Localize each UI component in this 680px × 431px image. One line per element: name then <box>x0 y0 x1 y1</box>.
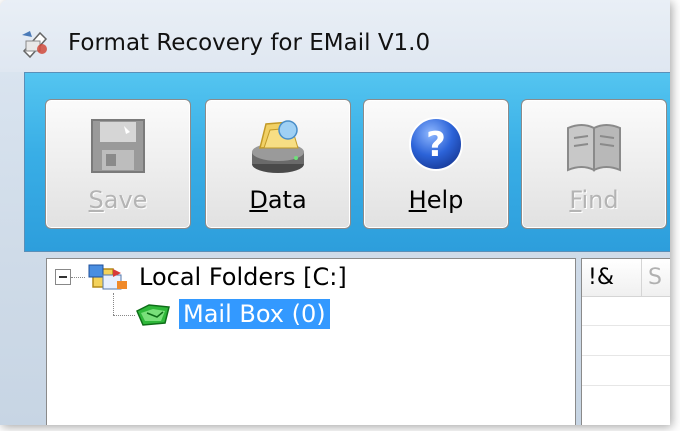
help-icon: ? <box>409 117 463 171</box>
column-header-subject[interactable]: S <box>642 259 670 297</box>
folder-tree[interactable]: Local Folders [C:] Mail Box (0) <box>46 258 576 425</box>
find-label: Find <box>569 186 619 214</box>
message-list[interactable]: !& S <box>581 258 670 425</box>
tree-connector-vertical <box>113 293 114 315</box>
toolbar: Save Data ? Help Find <box>24 72 670 252</box>
app-icon <box>22 31 48 59</box>
find-button[interactable]: Find <box>521 99 667 229</box>
row-gridline <box>582 325 670 326</box>
row-gridline <box>582 385 670 386</box>
data-label: Data <box>249 186 307 214</box>
svg-text:?: ? <box>426 125 446 165</box>
save-button[interactable]: Save <box>45 99 191 229</box>
title-bar: Format Recovery for EMail V1.0 <box>0 0 670 72</box>
tree-node-local-folders[interactable]: Local Folders [C:] <box>139 263 347 291</box>
window-title: Format Recovery for EMail V1.0 <box>68 30 431 56</box>
mailbox-icon <box>136 304 170 326</box>
find-icon <box>567 124 621 172</box>
local-folders-icon <box>88 264 127 290</box>
save-label: Save <box>88 186 148 214</box>
save-icon <box>91 119 145 173</box>
data-icon <box>252 120 304 173</box>
help-button[interactable]: ? Help <box>363 99 509 229</box>
app-window: Format Recovery for EMail V1.0 Save Data… <box>0 0 670 425</box>
row-gridline <box>582 355 670 356</box>
collapse-toggle[interactable] <box>55 269 71 285</box>
help-label: Help <box>408 186 464 214</box>
tree-node-mailbox[interactable]: Mail Box (0) <box>179 299 330 329</box>
column-header-flags[interactable]: !& <box>582 259 642 297</box>
tree-connector <box>71 277 85 278</box>
data-button[interactable]: Data <box>205 99 351 229</box>
tree-connector-child <box>113 315 135 316</box>
